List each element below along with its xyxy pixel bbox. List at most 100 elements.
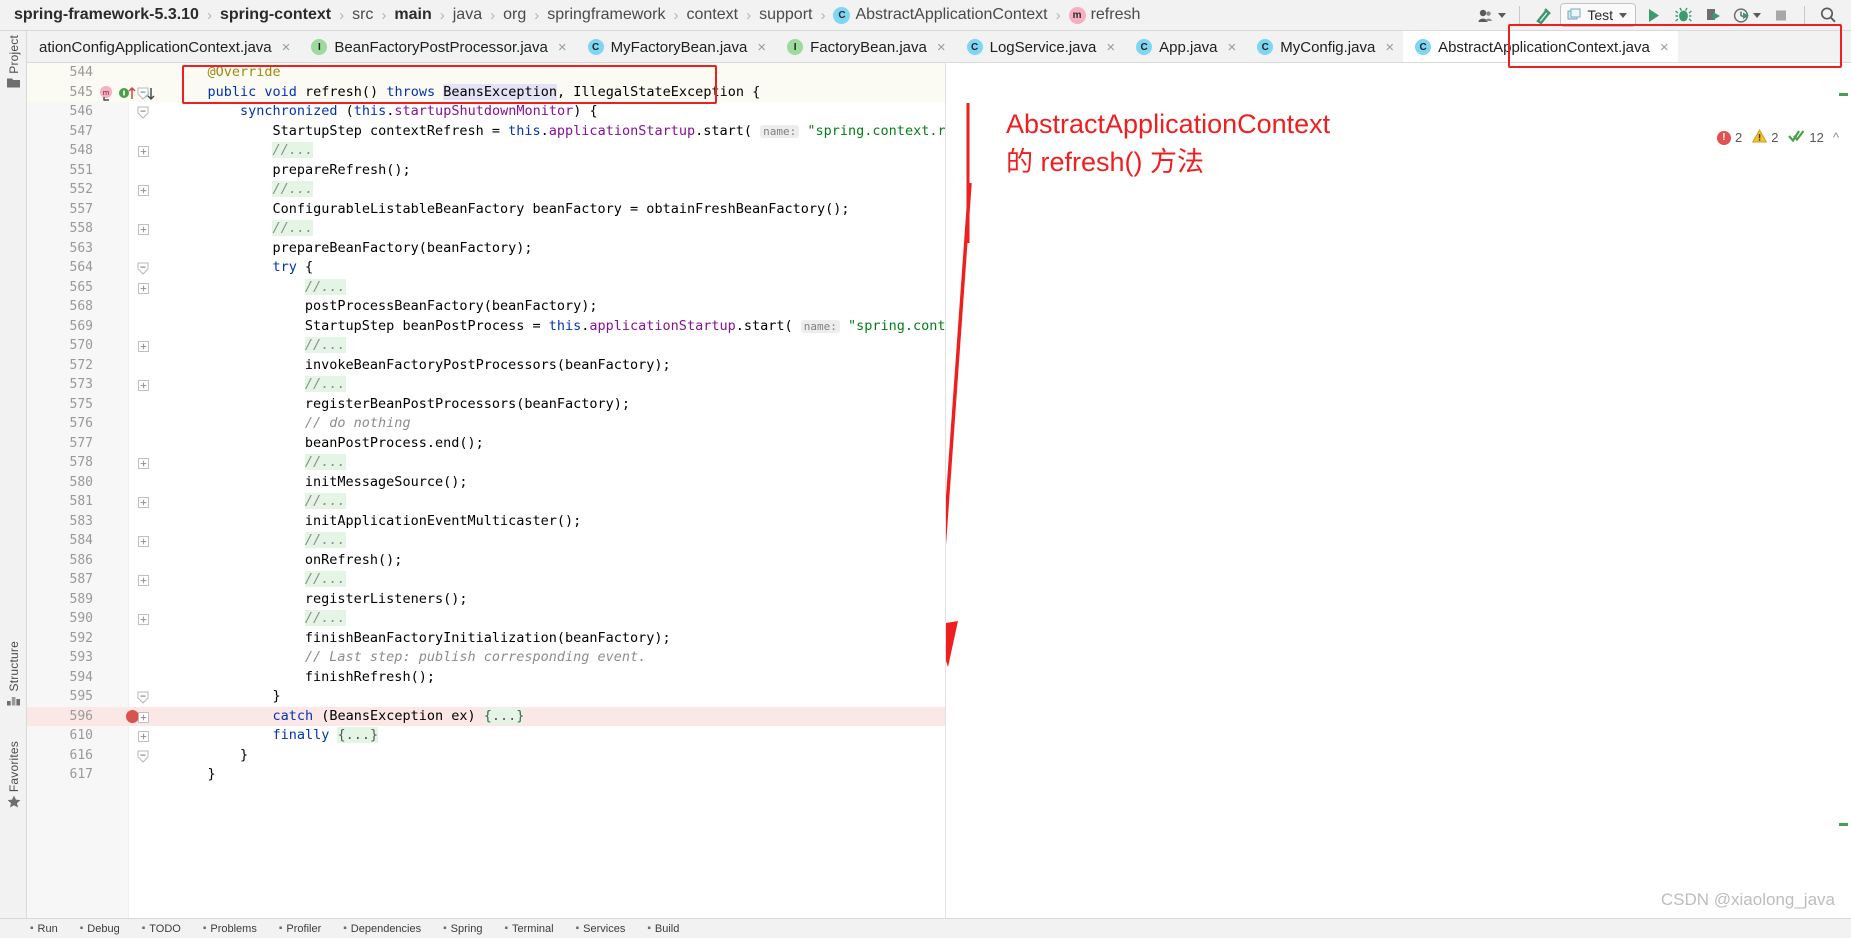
status-tool-button[interactable]: ▪ Build [647,923,679,935]
breadcrumb-item[interactable]: context [687,6,739,24]
close-icon[interactable]: × [282,39,291,56]
breadcrumb-item[interactable]: springframework [547,6,665,24]
build-hammer-icon[interactable] [1530,2,1556,28]
breadcrumb-item[interactable]: main [394,6,431,24]
line-number: 595 [69,689,93,704]
code-line[interactable]: 546 synchronized (this.startupShutdownMon… [27,102,945,122]
code-line[interactable]: 569 StartupStep beanPostProcess = this.ap… [27,317,1149,337]
status-tool-button[interactable]: ▪ Services [576,923,626,935]
annotation-panel: AbstractApplicationContext 的 refresh() 方法 [945,63,1851,918]
breadcrumb-item[interactable]: src [352,6,373,24]
code-line[interactable]: 563 prepareBeanFactory(beanFactory); [27,239,945,259]
breadcrumb-item[interactable]: m refresh [1068,6,1140,24]
line-number: 569 [69,318,93,334]
editor-tab[interactable]: C MyConfig.java × [1245,31,1404,62]
status-tool-button[interactable]: ▪ Dependencies [343,923,421,935]
close-icon[interactable]: × [937,39,946,56]
code-lines-container: 544 @Override 545 m public void refresh() th… [27,63,1149,918]
editor-tab-strip: ationConfigApplicationContext.java × I Bean… [27,31,1851,63]
close-icon[interactable]: × [1660,39,1669,56]
code-line[interactable]: 581 //... [27,492,945,512]
code-text: finishRefresh(); [305,668,435,688]
status-tool-button[interactable]: ▪ Debug [80,923,120,935]
run-coverage-icon[interactable] [1700,2,1726,28]
close-icon[interactable]: × [1228,39,1237,56]
breadcrumb-item[interactable]: java [453,6,482,24]
close-icon[interactable]: × [1106,39,1115,56]
code-line[interactable]: 544 @Override [27,63,945,83]
status-tool-button[interactable]: ▪ Terminal [504,923,553,935]
code-line[interactable]: 577 beanPostProcess.end(); [27,434,945,454]
run-play-icon[interactable] [1640,2,1666,28]
code-line[interactable]: 610 finally {...} [27,726,945,746]
code-line[interactable]: 557 ConfigurableListableBeanFactory beanF… [27,200,945,220]
sidebar-item-favorites[interactable]: Favorites [0,741,27,814]
code-line[interactable]: 551 prepareRefresh(); [27,161,945,181]
code-line[interactable]: 570 //... [27,336,945,356]
code-token: this [508,122,541,139]
code-line[interactable]: 572 invokeBeanFactoryPostProcessors(beanF… [27,356,945,376]
breadcrumb-item[interactable]: org [503,6,526,24]
editor-tab[interactable]: C App.java × [1124,31,1246,62]
code-line[interactable]: 576 // do nothing [27,414,945,434]
status-tool-button[interactable]: ▪ Profiler [279,923,321,935]
status-tool-button[interactable]: ▪ Run [30,923,58,935]
run-configuration-selector[interactable]: Test [1560,3,1636,27]
code-line[interactable]: 547 StartupStep contextRefresh = this.app… [27,122,1019,142]
sidebar-item-project[interactable]: Project [0,35,27,94]
editor-tab[interactable]: I FactoryBean.java × [775,31,955,62]
stop-square-icon[interactable] [1768,2,1794,28]
code-line[interactable]: 565 //... [27,278,945,298]
error-stripe-mark[interactable] [1839,93,1848,96]
code-line[interactable]: 575 registerBeanPostProcessors(beanFactor… [27,395,945,415]
code-line[interactable]: 580 initMessageSource(); [27,473,945,493]
editor-tab[interactable]: ationConfigApplicationContext.java × [27,31,300,62]
debug-bug-icon[interactable] [1670,2,1696,28]
status-tool-button[interactable]: ▪ Spring [443,923,482,935]
profiler-clock-icon[interactable] [1730,2,1764,28]
code-line[interactable]: 617} [27,765,945,785]
code-line[interactable]: 583 initApplicationEventMulticaster(); [27,512,945,532]
editor-tab[interactable]: C MyFactoryBean.java × [575,31,776,62]
status-tool-button[interactable]: ▪ Problems [203,923,257,935]
code-line[interactable]: 616} [27,746,945,766]
editor-tab[interactable]: C AbstractApplicationContext.java × [1403,31,1678,62]
code-line[interactable]: 595} [27,687,945,707]
search-magnifier-icon[interactable] [1815,2,1841,28]
code-line[interactable]: 587 //... [27,570,945,590]
breadcrumb-item[interactable]: support [759,6,812,24]
code-line[interactable]: 589 registerListeners(); [27,590,945,610]
code-line[interactable]: 564 try { [27,258,945,278]
code-line[interactable]: 578 //... [27,453,945,473]
inspection-status-widget[interactable]: ! 2 2 12 ^ [1716,128,1839,146]
close-icon[interactable]: × [757,39,766,56]
editor-tab[interactable]: I BeanFactoryPostProcessor.java × [299,31,576,62]
code-line[interactable]: 592 finishBeanFactoryInitialization(beanF… [27,629,945,649]
code-line[interactable]: 573 //... [27,375,945,395]
code-line[interactable]: 584 //... [27,531,945,551]
close-icon[interactable]: × [1385,39,1394,56]
code-line[interactable]: 568 postProcessBeanFactory(beanFactory); [27,297,945,317]
code-line[interactable]: 596 catch (BeansException ex) {...} [27,706,945,726]
code-line[interactable]: 552 //... [27,180,945,200]
code-line[interactable]: 593 // Last step: publish corresponding e… [27,648,945,668]
error-stripe-mark[interactable] [1839,823,1848,826]
breadcrumb-item[interactable]: C AbstractApplicationContext [833,6,1048,24]
code-line[interactable]: 590 //... [27,609,945,629]
code-token: //... [304,493,346,509]
breadcrumb-separator: › [673,6,679,24]
chevron-up-icon[interactable]: ^ [1833,130,1839,145]
breadcrumb-item[interactable]: spring-context [220,6,331,24]
status-tool-button[interactable]: ▪ TODO [142,923,181,935]
code-line[interactable]: 586 onRefresh(); [27,551,945,571]
editor-tab-label: MyFactoryBean.java [610,38,748,56]
code-line[interactable]: 594 finishRefresh(); [27,668,945,688]
code-line[interactable]: 558 //... [27,219,945,239]
sidebar-item-structure[interactable]: Structure [0,641,27,712]
code-line[interactable]: 545 m public void refresh() throws BeansEx… [27,82,945,102]
close-icon[interactable]: × [558,39,567,56]
user-account-icon[interactable] [1475,2,1509,28]
code-line[interactable]: 548 //... [27,141,945,161]
editor-tab[interactable]: C LogService.java × [954,31,1125,62]
breadcrumb-item[interactable]: spring-framework-5.3.10 [14,6,199,24]
